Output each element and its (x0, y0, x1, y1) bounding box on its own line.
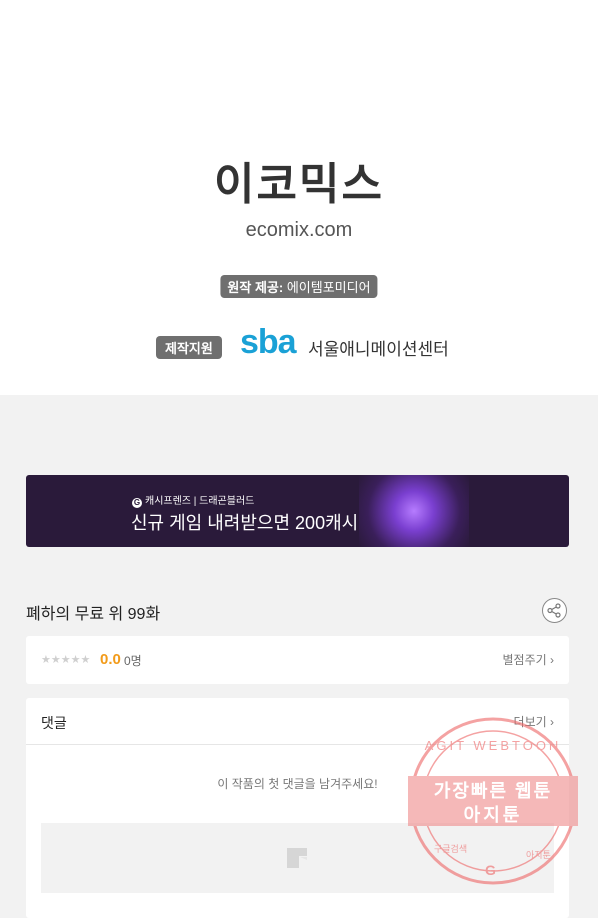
rating-count: 0명 (124, 654, 142, 668)
placeholder-image-icon (287, 848, 307, 868)
header-section: 이코믹스 ecomix.com 원작 제공: 에이템포미디어 제작지원 sba … (0, 0, 598, 395)
provider-name: 에이템포미디어 (286, 280, 371, 295)
empty-comment-message: 이 작품의 첫 댓글을 남겨주세요! (217, 777, 378, 791)
rating-stars[interactable]: ★★★★★ (41, 653, 90, 666)
comment-section: 댓글 더보기 › 이 작품의 첫 댓글을 남겨주세요! (26, 698, 569, 918)
rating-score: 0.0 (100, 651, 121, 668)
rating-box: ★★★★★ 0.0 0명 별점주기 › (26, 636, 569, 684)
production-badge: 제작지원 (156, 336, 222, 359)
comment-input-area[interactable] (41, 823, 554, 893)
episode-title: 폐하의 무료 위 99화 (26, 606, 161, 623)
provider-label: 원작 제공: (227, 280, 284, 295)
banner-brand-text: 캐시프렌즈 | 드래곤블러드 (145, 496, 255, 507)
provider-badge: 원작 제공: 에이템포미디어 (220, 275, 378, 298)
cash-friends-icon: G (132, 498, 142, 508)
sba-name: 서울애니메이션센터 (308, 340, 449, 359)
share-button[interactable] (542, 598, 567, 623)
share-icon (547, 603, 561, 618)
more-comments-link[interactable]: 더보기 › (514, 713, 554, 730)
banner-brand-line: G 캐시프렌즈 | 드래곤블러드 (132, 492, 254, 508)
comment-label: 댓글 (41, 715, 67, 731)
ad-banner[interactable]: G 캐시프렌즈 | 드래곤블러드 신규 게임 내려받으면 200캐시 (26, 475, 569, 547)
comment-header: 댓글 더보기 › (26, 698, 569, 745)
ecomix-logo: 이코믹스 (214, 159, 384, 210)
ecomix-domain: ecomix.com (245, 219, 353, 241)
sba-logo: sba (240, 323, 297, 361)
rate-link[interactable]: 별점주기 › (503, 651, 555, 668)
banner-character-image (359, 475, 469, 547)
banner-headline: 신규 게임 내려받으면 200캐시 (131, 513, 359, 533)
